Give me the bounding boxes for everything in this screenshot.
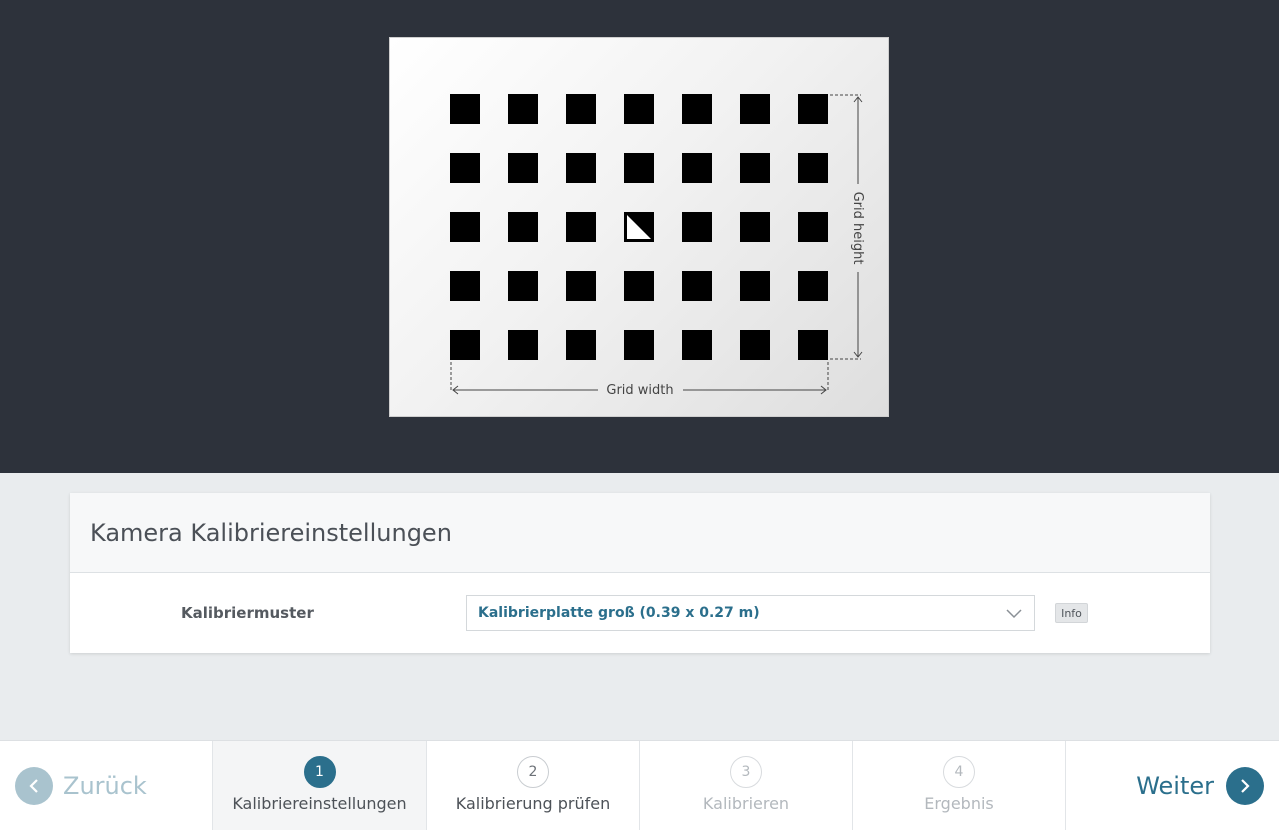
- calibration-square: [740, 330, 770, 360]
- grid-height-label: Grid height: [850, 192, 865, 265]
- calibration-pattern-select[interactable]: Kalibrierplatte groß (0.39 x 0.27 m): [466, 595, 1035, 631]
- calibration-square: [740, 153, 770, 183]
- step-number: 3: [730, 756, 762, 788]
- settings-panel-header: Kamera Kalibriereinstellungen: [70, 493, 1210, 573]
- calibration-square: [450, 153, 480, 183]
- calibration-square: [740, 212, 770, 242]
- calibration-square: [624, 271, 654, 301]
- calibration-square: [798, 271, 828, 301]
- next-button[interactable]: Weiter: [1066, 741, 1279, 830]
- calibration-square: [798, 330, 828, 360]
- calibration-plate: Grid width Grid height: [389, 37, 889, 417]
- step-number: 2: [517, 756, 549, 788]
- camera-calibration-settings-panel: Kamera Kalibriereinstellungen Kalibrierm…: [70, 493, 1210, 653]
- wizard-footer: Zurück 1 Kalibriereinstellungen 2 Kalibr…: [0, 740, 1279, 830]
- calibration-square: [798, 94, 828, 124]
- calibration-square: [682, 330, 712, 360]
- calibration-square: [798, 153, 828, 183]
- calibration-square: [508, 94, 538, 124]
- calibration-square: [450, 212, 480, 242]
- calibration-square: [624, 94, 654, 124]
- calibration-preview-area: Grid width Grid height: [0, 0, 1279, 473]
- back-button[interactable]: Zurück: [0, 741, 212, 830]
- calibration-square: [682, 212, 712, 242]
- calibration-square: [450, 271, 480, 301]
- calibration-square: [682, 153, 712, 183]
- calibration-square: [508, 330, 538, 360]
- calibration-square: [798, 212, 828, 242]
- wizard-step-1[interactable]: 1 Kalibriereinstellungen: [212, 741, 426, 830]
- step-number: 4: [943, 756, 975, 788]
- wizard-step-2[interactable]: 2 Kalibrierung prüfen: [426, 741, 639, 830]
- calibration-square: [508, 212, 538, 242]
- step-label: Ergebnis: [924, 794, 994, 813]
- calibration-square: [508, 271, 538, 301]
- next-button-label: Weiter: [1136, 772, 1214, 800]
- calibration-pattern-graphic: Grid width Grid height: [450, 94, 865, 398]
- calibration-square: [508, 153, 538, 183]
- step-label: Kalibrierung prüfen: [455, 794, 611, 813]
- calibration-square: [624, 330, 654, 360]
- calibration-square: [566, 271, 596, 301]
- calibration-square: [624, 153, 654, 183]
- wizard-step-4: 4 Ergebnis: [852, 741, 1066, 830]
- chevron-right-icon: [1226, 767, 1264, 805]
- step-number: 1: [303, 756, 336, 788]
- wizard-step-3: 3 Kalibrieren: [639, 741, 852, 830]
- info-button[interactable]: Info: [1055, 603, 1088, 623]
- chevron-left-icon: [15, 767, 53, 805]
- calibration-square: [682, 94, 712, 124]
- calibration-square: [682, 271, 712, 301]
- calibration-square: [566, 153, 596, 183]
- settings-panel-title: Kamera Kalibriereinstellungen: [90, 518, 452, 547]
- step-label: Kalibriereinstellungen: [232, 794, 407, 813]
- calibration-pattern-value: Kalibrierplatte groß (0.39 x 0.27 m): [478, 605, 760, 621]
- calibration-square: [740, 271, 770, 301]
- back-button-label: Zurück: [63, 772, 147, 800]
- calibration-pattern-label: Kalibriermuster: [181, 604, 314, 622]
- calibration-square: [450, 330, 480, 360]
- calibration-square: [566, 94, 596, 124]
- calibration-square: [450, 94, 480, 124]
- calibration-square: [566, 212, 596, 242]
- calibration-square: [566, 330, 596, 360]
- calibration-square: [740, 94, 770, 124]
- step-label: Kalibrieren: [702, 794, 790, 813]
- grid-width-label: Grid width: [606, 383, 673, 398]
- chevron-down-icon: [1006, 605, 1022, 626]
